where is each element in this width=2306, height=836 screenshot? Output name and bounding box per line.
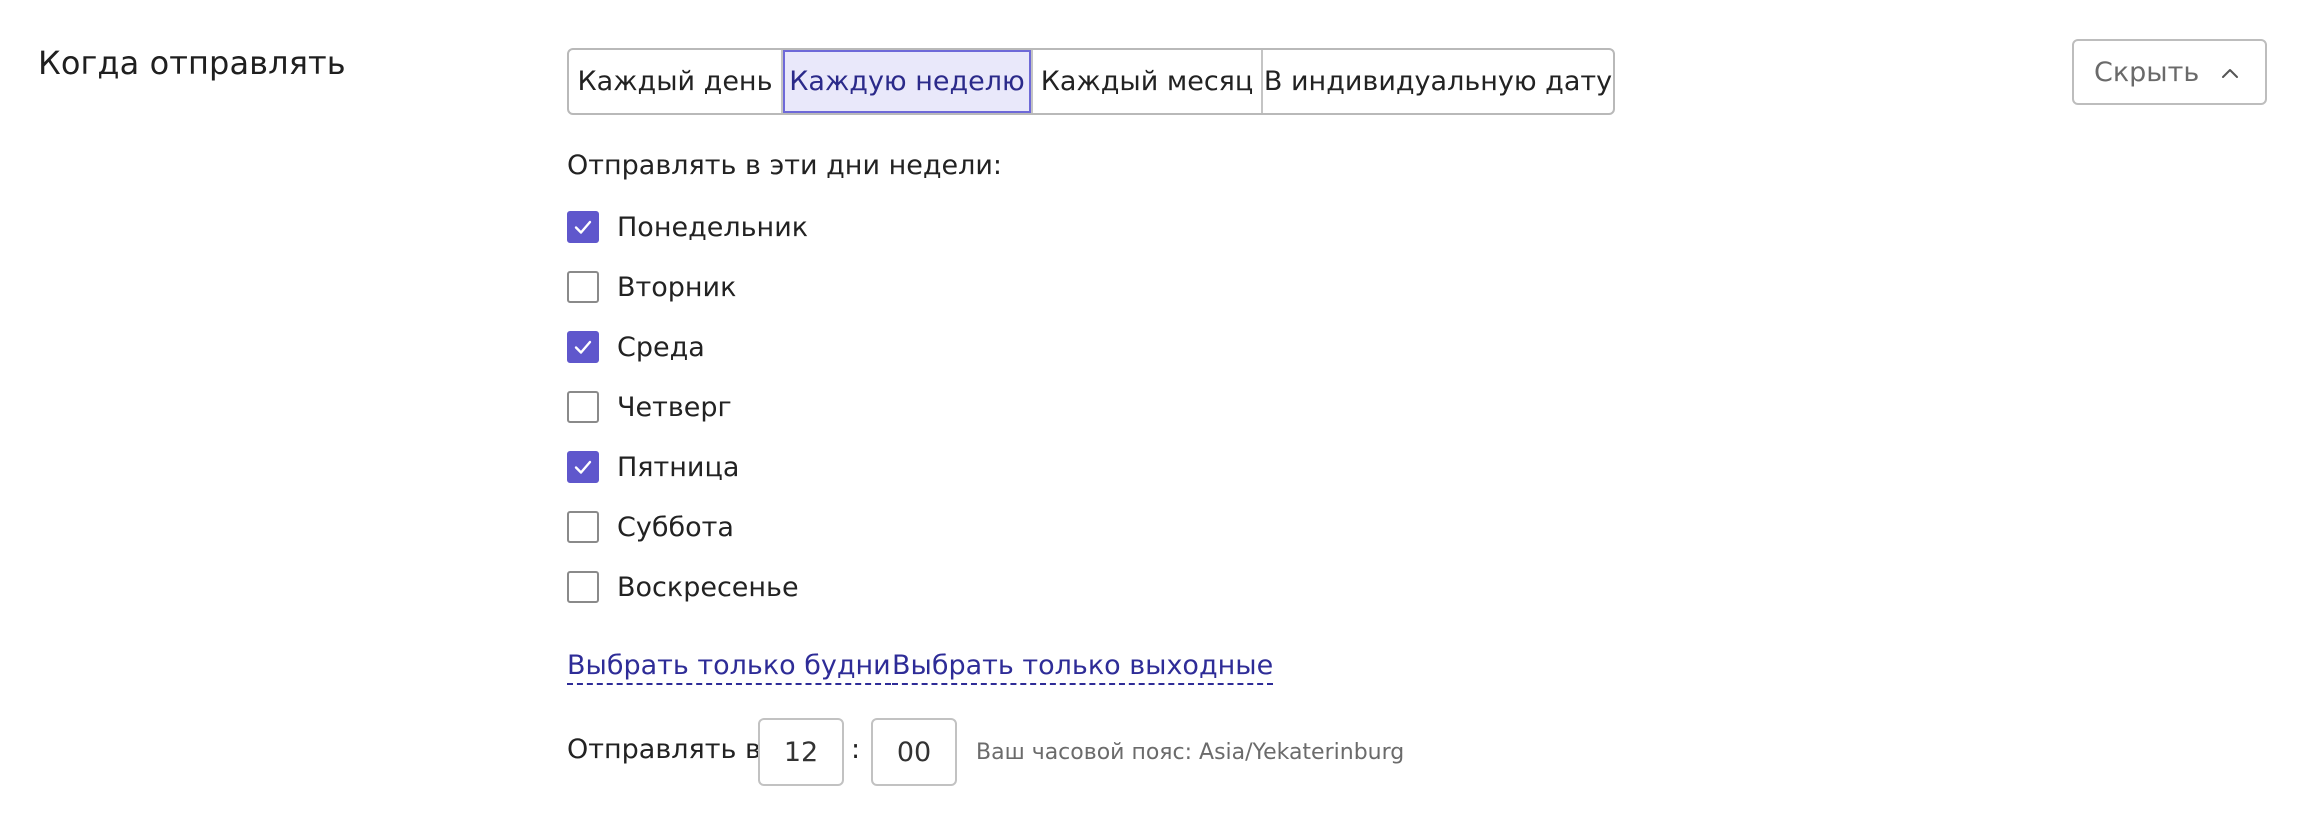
minutes-input[interactable] <box>871 718 957 786</box>
checkbox[interactable] <box>567 271 599 303</box>
checkbox[interactable] <box>567 571 599 603</box>
check-icon <box>574 340 592 354</box>
checkbox[interactable] <box>567 211 599 243</box>
send-schedule-panel: Когда отправлять Каждый день Каждую неде… <box>0 0 2306 836</box>
day-option-tuesday[interactable]: Вторник <box>567 270 736 304</box>
day-option-wednesday[interactable]: Среда <box>567 330 705 364</box>
checkbox[interactable] <box>567 331 599 363</box>
day-option-saturday[interactable]: Суббота <box>567 510 734 544</box>
day-option-friday[interactable]: Пятница <box>567 450 739 484</box>
hide-button[interactable]: Скрыть <box>2072 39 2267 105</box>
chevron-up-icon <box>2222 69 2238 78</box>
select-weekdays-link[interactable]: Выбрать только будни <box>567 650 891 685</box>
timezone-note: Ваш часовой пояс: Asia/Yekaterinburg <box>976 740 1405 765</box>
day-label: Вторник <box>617 271 737 303</box>
frequency-option-custom-date[interactable]: В индивидуальную дату <box>1263 50 1613 113</box>
frequency-option-weekly[interactable]: Каждую неделю <box>783 50 1033 113</box>
day-option-sunday[interactable]: Воскресенье <box>567 570 799 604</box>
check-icon <box>574 460 592 474</box>
checkbox[interactable] <box>567 451 599 483</box>
day-label: Понедельник <box>617 211 809 243</box>
check-icon <box>574 220 592 234</box>
frequency-option-daily[interactable]: Каждый день <box>569 50 783 113</box>
checkbox[interactable] <box>567 511 599 543</box>
hours-input[interactable] <box>758 718 844 786</box>
day-option-monday[interactable]: Понедельник <box>567 210 808 244</box>
day-label: Воскресенье <box>617 571 799 603</box>
weekdays-label: Отправлять в эти дни недели: <box>567 150 1003 181</box>
time-separator: : <box>851 734 861 765</box>
select-weekends-link[interactable]: Выбрать только выходные <box>892 650 1274 685</box>
day-label: Среда <box>617 331 705 363</box>
day-label: Суббота <box>617 511 734 543</box>
day-option-thursday[interactable]: Четверг <box>567 390 732 424</box>
checkbox[interactable] <box>567 391 599 423</box>
send-time-label: Отправлять в <box>567 734 761 765</box>
frequency-option-monthly[interactable]: Каждый месяц <box>1033 50 1263 113</box>
day-label: Четверг <box>617 391 732 423</box>
section-title: Когда отправлять <box>38 44 346 82</box>
day-label: Пятница <box>617 451 740 483</box>
hide-button-label: Скрыть <box>2094 56 2200 88</box>
frequency-segmented-control: Каждый день Каждую неделю Каждый месяц В… <box>567 48 1615 115</box>
